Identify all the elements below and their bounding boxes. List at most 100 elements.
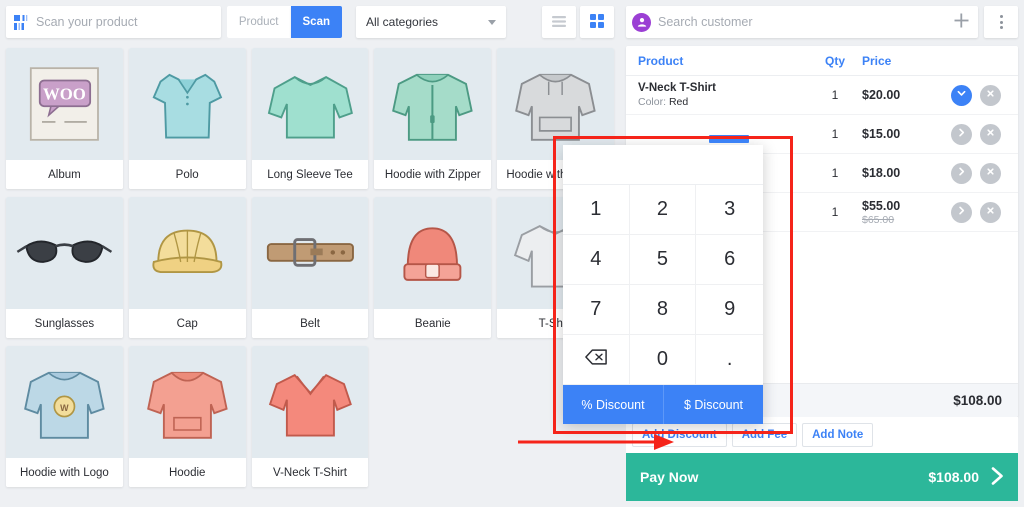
percent-discount-button[interactable]: % Discount <box>563 385 663 424</box>
cart-row-actions <box>934 84 1018 106</box>
cart-options-button[interactable] <box>984 6 1018 38</box>
numpad-key-0[interactable]: 0 <box>629 335 697 385</box>
cart-row-expand-button[interactable] <box>951 123 972 145</box>
cart-row[interactable]: V-Neck T-Shirt Color: Red 1 $20.00 <box>626 76 1018 115</box>
add-customer-button[interactable] <box>950 11 972 33</box>
product-image: WOO <box>6 48 123 160</box>
product-card[interactable]: Beanie <box>374 197 492 338</box>
kebab-menu-icon <box>999 15 1003 18</box>
barcode-scanner-icon <box>6 14 36 30</box>
cart-row-collapse-button[interactable] <box>951 84 972 106</box>
remove-circle-icon <box>986 206 995 218</box>
product-card[interactable]: Hoodie with Zipper <box>374 48 492 189</box>
cart-row-name: V-Neck T-Shirt <box>638 82 716 94</box>
numpad-key-6[interactable]: 6 <box>696 235 763 285</box>
cart-row-product: V-Neck T-Shirt Color: Red <box>626 82 808 108</box>
customer-row <box>626 6 1018 38</box>
category-select-value: All categories <box>366 15 439 29</box>
numpad-tab-indicator <box>709 135 749 143</box>
list-view-icon <box>552 15 566 30</box>
product-card[interactable]: WOO Album <box>6 48 123 189</box>
cart-row-qty: 1 <box>831 205 839 219</box>
numpad-footer: % Discount $ Discount <box>563 385 763 424</box>
view-toggle-group <box>542 6 614 38</box>
pay-now-amount: $108.00 <box>928 469 979 485</box>
numpad-key-5[interactable]: 5 <box>629 235 697 285</box>
numpad-key-3[interactable]: 3 <box>696 185 763 235</box>
cart-row-meta: Color: Red <box>638 96 689 108</box>
chevron-right-icon <box>957 206 966 218</box>
scan-mode-button[interactable]: Scan <box>290 6 342 38</box>
pay-now-label: Pay Now <box>640 469 699 485</box>
dollar-discount-button[interactable]: $ Discount <box>663 385 763 424</box>
customer-search-input[interactable] <box>658 15 950 29</box>
add-note-button[interactable]: Add Note <box>802 423 874 447</box>
numpad-key-8[interactable]: 8 <box>629 285 697 335</box>
chevron-right-icon <box>991 466 1004 488</box>
cart-row-actions <box>934 162 1018 184</box>
product-image <box>128 48 246 160</box>
category-select[interactable]: All categories <box>356 6 506 38</box>
product-grid: WOO Album Polo Long Sleeve Tee Hoodie with Z… <box>0 44 620 507</box>
cart-row-qty: 1 <box>831 127 839 141</box>
grid-view-icon <box>590 13 604 31</box>
product-card[interactable]: V-Neck T-Shirt <box>251 346 369 487</box>
add-discount-button[interactable]: Add Discount <box>632 423 727 447</box>
scan-input[interactable] <box>36 6 221 38</box>
product-card[interactable]: W Hoodie with Logo <box>6 346 123 487</box>
numpad-key-7[interactable]: 7 <box>563 285 630 335</box>
product-name: Hoodie with Logo <box>6 458 123 487</box>
numpad-key-.[interactable]: . <box>696 335 763 385</box>
cart-row-remove-button[interactable] <box>980 201 1001 223</box>
cart-row-remove-button[interactable] <box>980 162 1001 184</box>
cart-row-remove-button[interactable] <box>980 123 1001 145</box>
cart-total-value: $108.00 <box>953 393 1002 408</box>
customer-search-box[interactable] <box>626 6 978 38</box>
product-image <box>251 197 369 309</box>
remove-circle-icon <box>986 89 995 101</box>
kebab-menu-icon <box>999 26 1003 29</box>
product-card[interactable]: Polo <box>128 48 246 189</box>
scan-product-box[interactable] <box>6 6 221 38</box>
numpad-backspace-key[interactable] <box>563 335 630 385</box>
cart-row-price-cell: $55.00 $65.00 <box>862 199 934 226</box>
numpad-key-4[interactable]: 4 <box>563 235 630 285</box>
pos-app: Product Scan All categories <box>0 0 1024 507</box>
pay-now-right: $108.00 <box>928 466 1004 488</box>
product-card[interactable]: Hoodie <box>128 346 246 487</box>
pay-now-button[interactable]: Pay Now $108.00 <box>626 453 1018 501</box>
cart-row-actions <box>934 201 1018 223</box>
cart-row-expand-button[interactable] <box>951 201 972 223</box>
cart-row-price: $20.00 <box>862 88 901 102</box>
cart-row-qty: 1 <box>831 166 839 180</box>
product-card[interactable]: Long Sleeve Tee <box>251 48 369 189</box>
cart-row-remove-button[interactable] <box>980 84 1001 106</box>
cart-header-row: Product Qty Price <box>626 46 1018 76</box>
numpad-key-2[interactable]: 2 <box>629 185 697 235</box>
product-card[interactable]: Belt <box>251 197 369 338</box>
cart-row-expand-button[interactable] <box>951 162 972 184</box>
product-image <box>251 346 369 458</box>
cart-row-price-cell: $15.00 <box>862 127 934 141</box>
cart-header-qty: Qty <box>824 53 845 68</box>
numpad-key-9[interactable]: 9 <box>696 285 763 335</box>
list-view-button[interactable] <box>542 6 576 38</box>
product-card[interactable]: Sunglasses <box>6 197 123 338</box>
product-panel: Product Scan All categories <box>0 0 620 507</box>
grid-view-button[interactable] <box>580 6 614 38</box>
numpad-keys: 123 456 7890. <box>563 185 763 385</box>
add-fee-button[interactable]: Add Fee <box>731 423 798 447</box>
product-name: Belt <box>251 309 369 338</box>
product-name: Sunglasses <box>6 309 123 338</box>
numpad-key-1[interactable]: 1 <box>563 185 630 235</box>
product-card[interactable]: Cap <box>128 197 246 338</box>
product-mode-button[interactable]: Product <box>226 6 291 38</box>
product-image <box>251 48 369 160</box>
backspace-icon <box>585 348 607 371</box>
product-image: W <box>6 346 123 458</box>
plus-icon <box>953 13 970 32</box>
discount-numpad-popover: 123 456 7890. % Discount $ Discount <box>563 135 763 424</box>
cart-header-product: Product <box>638 53 684 68</box>
product-name: Long Sleeve Tee <box>251 160 369 189</box>
product-name: Cap <box>128 309 246 338</box>
